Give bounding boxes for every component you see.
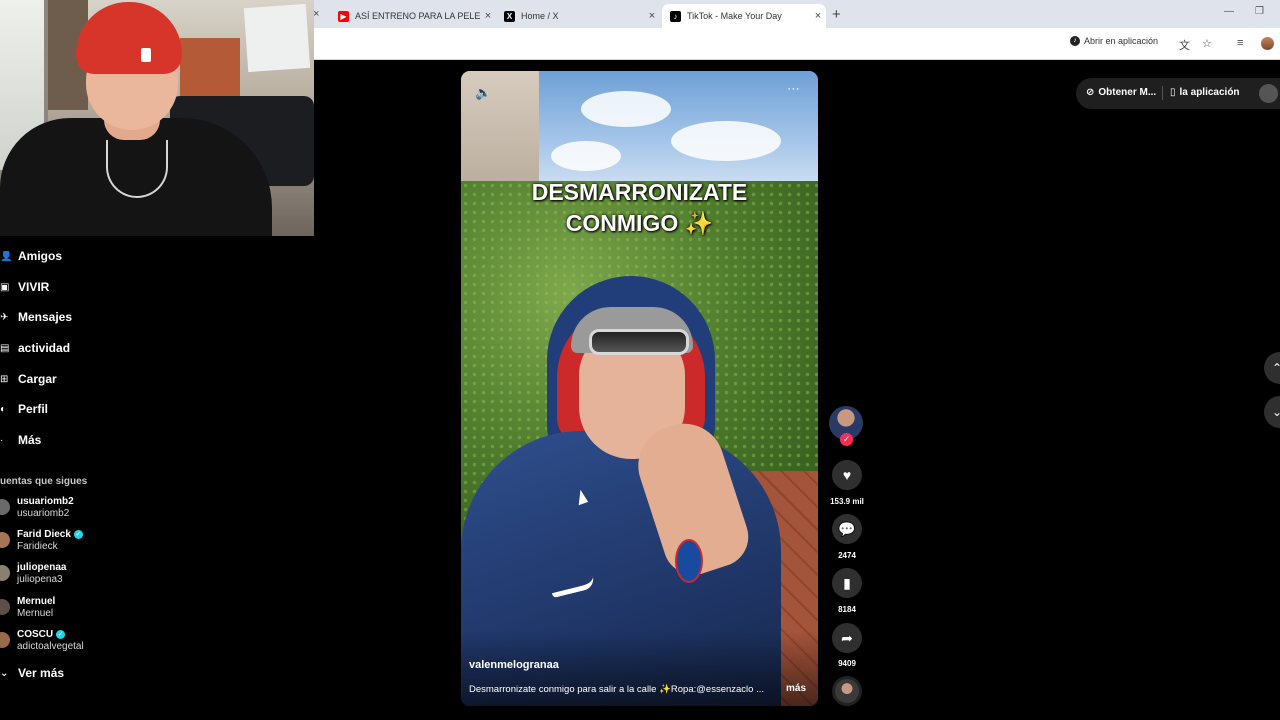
sidebar-item-live[interactable]: ▣ VIVIR bbox=[0, 277, 49, 297]
star-icon[interactable]: ☆ bbox=[1202, 37, 1212, 50]
like-count: 153.9 mil bbox=[830, 497, 864, 506]
youtube-icon: ▶ bbox=[338, 10, 349, 22]
avatar bbox=[0, 532, 10, 548]
share-button[interactable]: ➦ bbox=[832, 623, 862, 653]
tiktok-icon: ♪ bbox=[670, 10, 681, 22]
webcam-person-cap bbox=[76, 2, 182, 74]
sidebar-item-profile[interactable]: ◐ Perfil bbox=[0, 399, 48, 419]
comment-button[interactable]: 💬 bbox=[832, 514, 862, 544]
coin-icon: ⊘ bbox=[1086, 87, 1095, 98]
following-accounts-title: uentas que sigues bbox=[0, 476, 88, 487]
sidebar-item-friends[interactable]: 👤 Amigos bbox=[0, 246, 62, 266]
next-video-button[interactable]: ⌄ bbox=[1264, 396, 1280, 428]
tab-youtube[interactable]: ▶ ASÍ ENTRENO PARA LA PELEA c × bbox=[330, 4, 496, 28]
video-cloud bbox=[671, 121, 781, 161]
video-cloud bbox=[581, 91, 671, 127]
volume-icon[interactable]: 🔈 bbox=[475, 85, 491, 101]
messages-icon: ✈ bbox=[0, 311, 9, 323]
open-in-app-button[interactable]: ♪ Abrir en aplicación bbox=[1070, 36, 1158, 46]
translate-icon[interactable]: 文 bbox=[1179, 37, 1190, 53]
previous-video-button[interactable]: ⌃ bbox=[1264, 352, 1280, 384]
more-options-icon[interactable]: ⋯ bbox=[787, 81, 800, 97]
share-count: 9409 bbox=[838, 659, 856, 668]
live-icon: ▣ bbox=[0, 281, 10, 293]
phone-icon: ▯ bbox=[1170, 87, 1176, 98]
get-coins-button[interactable]: ⊘ Obtener M... bbox=[1086, 87, 1156, 98]
like-button[interactable]: ♥ bbox=[832, 460, 862, 490]
webcam-overlay bbox=[0, 0, 314, 236]
heart-icon: ♥ bbox=[842, 467, 852, 483]
comment-icon: 💬 bbox=[838, 520, 856, 537]
user-icon: 👤 bbox=[0, 250, 13, 262]
minimize-icon[interactable]: — bbox=[1224, 6, 1234, 17]
comment-count: 2474 bbox=[838, 551, 856, 560]
get-app-button[interactable]: ▯ la aplicación bbox=[1170, 87, 1240, 98]
sidebar-item-activity[interactable]: ▤ actividad bbox=[0, 338, 70, 358]
avatar bbox=[0, 599, 10, 615]
video-player[interactable]: DESMARRONIZATE CONMIGO ✨ 🔈 ⋯ valenmelogr… bbox=[461, 71, 818, 706]
bookmark-icon: ▮ bbox=[843, 574, 851, 591]
video-person-sunglasses bbox=[589, 329, 689, 355]
club-badge bbox=[675, 539, 703, 583]
avatar bbox=[0, 565, 10, 581]
chevron-down-icon: ⌄ bbox=[0, 667, 9, 679]
video-overlay-text: DESMARRONIZATE CONMIGO ✨ bbox=[531, 179, 748, 236]
sidebar-item-messages[interactable]: ✈ Mensajes bbox=[0, 307, 72, 327]
tab-x[interactable]: X Home / X × bbox=[496, 4, 660, 28]
restore-icon[interactable]: ❐ bbox=[1255, 6, 1264, 17]
screen: × ▶ ASÍ ENTRENO PARA LA PELEA c × X Home… bbox=[0, 0, 1280, 720]
video-caption: Desmarronizate conmigo para salir a la c… bbox=[469, 684, 764, 695]
close-icon[interactable]: × bbox=[810, 10, 826, 22]
caption-more-button[interactable]: más bbox=[786, 683, 806, 694]
tab-tiktok[interactable]: ♪ TikTok - Make Your Day × bbox=[662, 4, 826, 28]
webcam-cap-logo bbox=[141, 48, 151, 62]
divider bbox=[1162, 86, 1163, 100]
upload-icon: ⊞ bbox=[0, 373, 9, 385]
avatar bbox=[0, 632, 10, 648]
music-disc[interactable] bbox=[832, 676, 862, 706]
see-more-button[interactable]: ⌄ Ver más bbox=[0, 666, 64, 680]
verified-badge-icon: ✓ bbox=[56, 630, 66, 639]
close-icon[interactable]: × bbox=[644, 10, 660, 22]
profile-icon: ◐ bbox=[0, 403, 7, 415]
new-tab-icon[interactable]: + bbox=[832, 6, 841, 23]
webcam-towel bbox=[243, 3, 311, 73]
close-icon[interactable]: × bbox=[480, 10, 496, 22]
verified-badge-icon: ✓ bbox=[73, 530, 83, 539]
left-sidebar: 👤 Amigos ▣ VIVIR ✈ Mensajes ▤ actividad … bbox=[0, 236, 314, 720]
save-count: 8184 bbox=[838, 605, 856, 614]
video-author[interactable]: valenmelogranaa bbox=[469, 659, 559, 671]
video-cloud bbox=[551, 141, 621, 171]
x-icon: X bbox=[504, 10, 515, 22]
browser-profile-avatar[interactable] bbox=[1261, 37, 1274, 50]
sidebar-item-more[interactable]: · Más bbox=[0, 430, 41, 450]
follow-check-icon[interactable]: ✓ bbox=[840, 433, 853, 446]
video-wall bbox=[461, 71, 539, 191]
more-icon: · bbox=[0, 434, 4, 446]
tiktok-icon: ♪ bbox=[1070, 36, 1080, 46]
activity-icon: ▤ bbox=[0, 342, 10, 354]
avatar bbox=[0, 499, 10, 515]
reading-list-icon[interactable]: ≡ bbox=[1237, 37, 1243, 49]
user-avatar[interactable] bbox=[1259, 84, 1278, 103]
sidebar-item-upload[interactable]: ⊞ Cargar bbox=[0, 369, 57, 389]
save-button[interactable]: ▮ bbox=[832, 568, 862, 598]
chevron-up-icon: ⌃ bbox=[1272, 361, 1280, 375]
chevron-down-icon: ⌄ bbox=[1272, 405, 1280, 419]
share-icon: ➦ bbox=[841, 629, 853, 646]
